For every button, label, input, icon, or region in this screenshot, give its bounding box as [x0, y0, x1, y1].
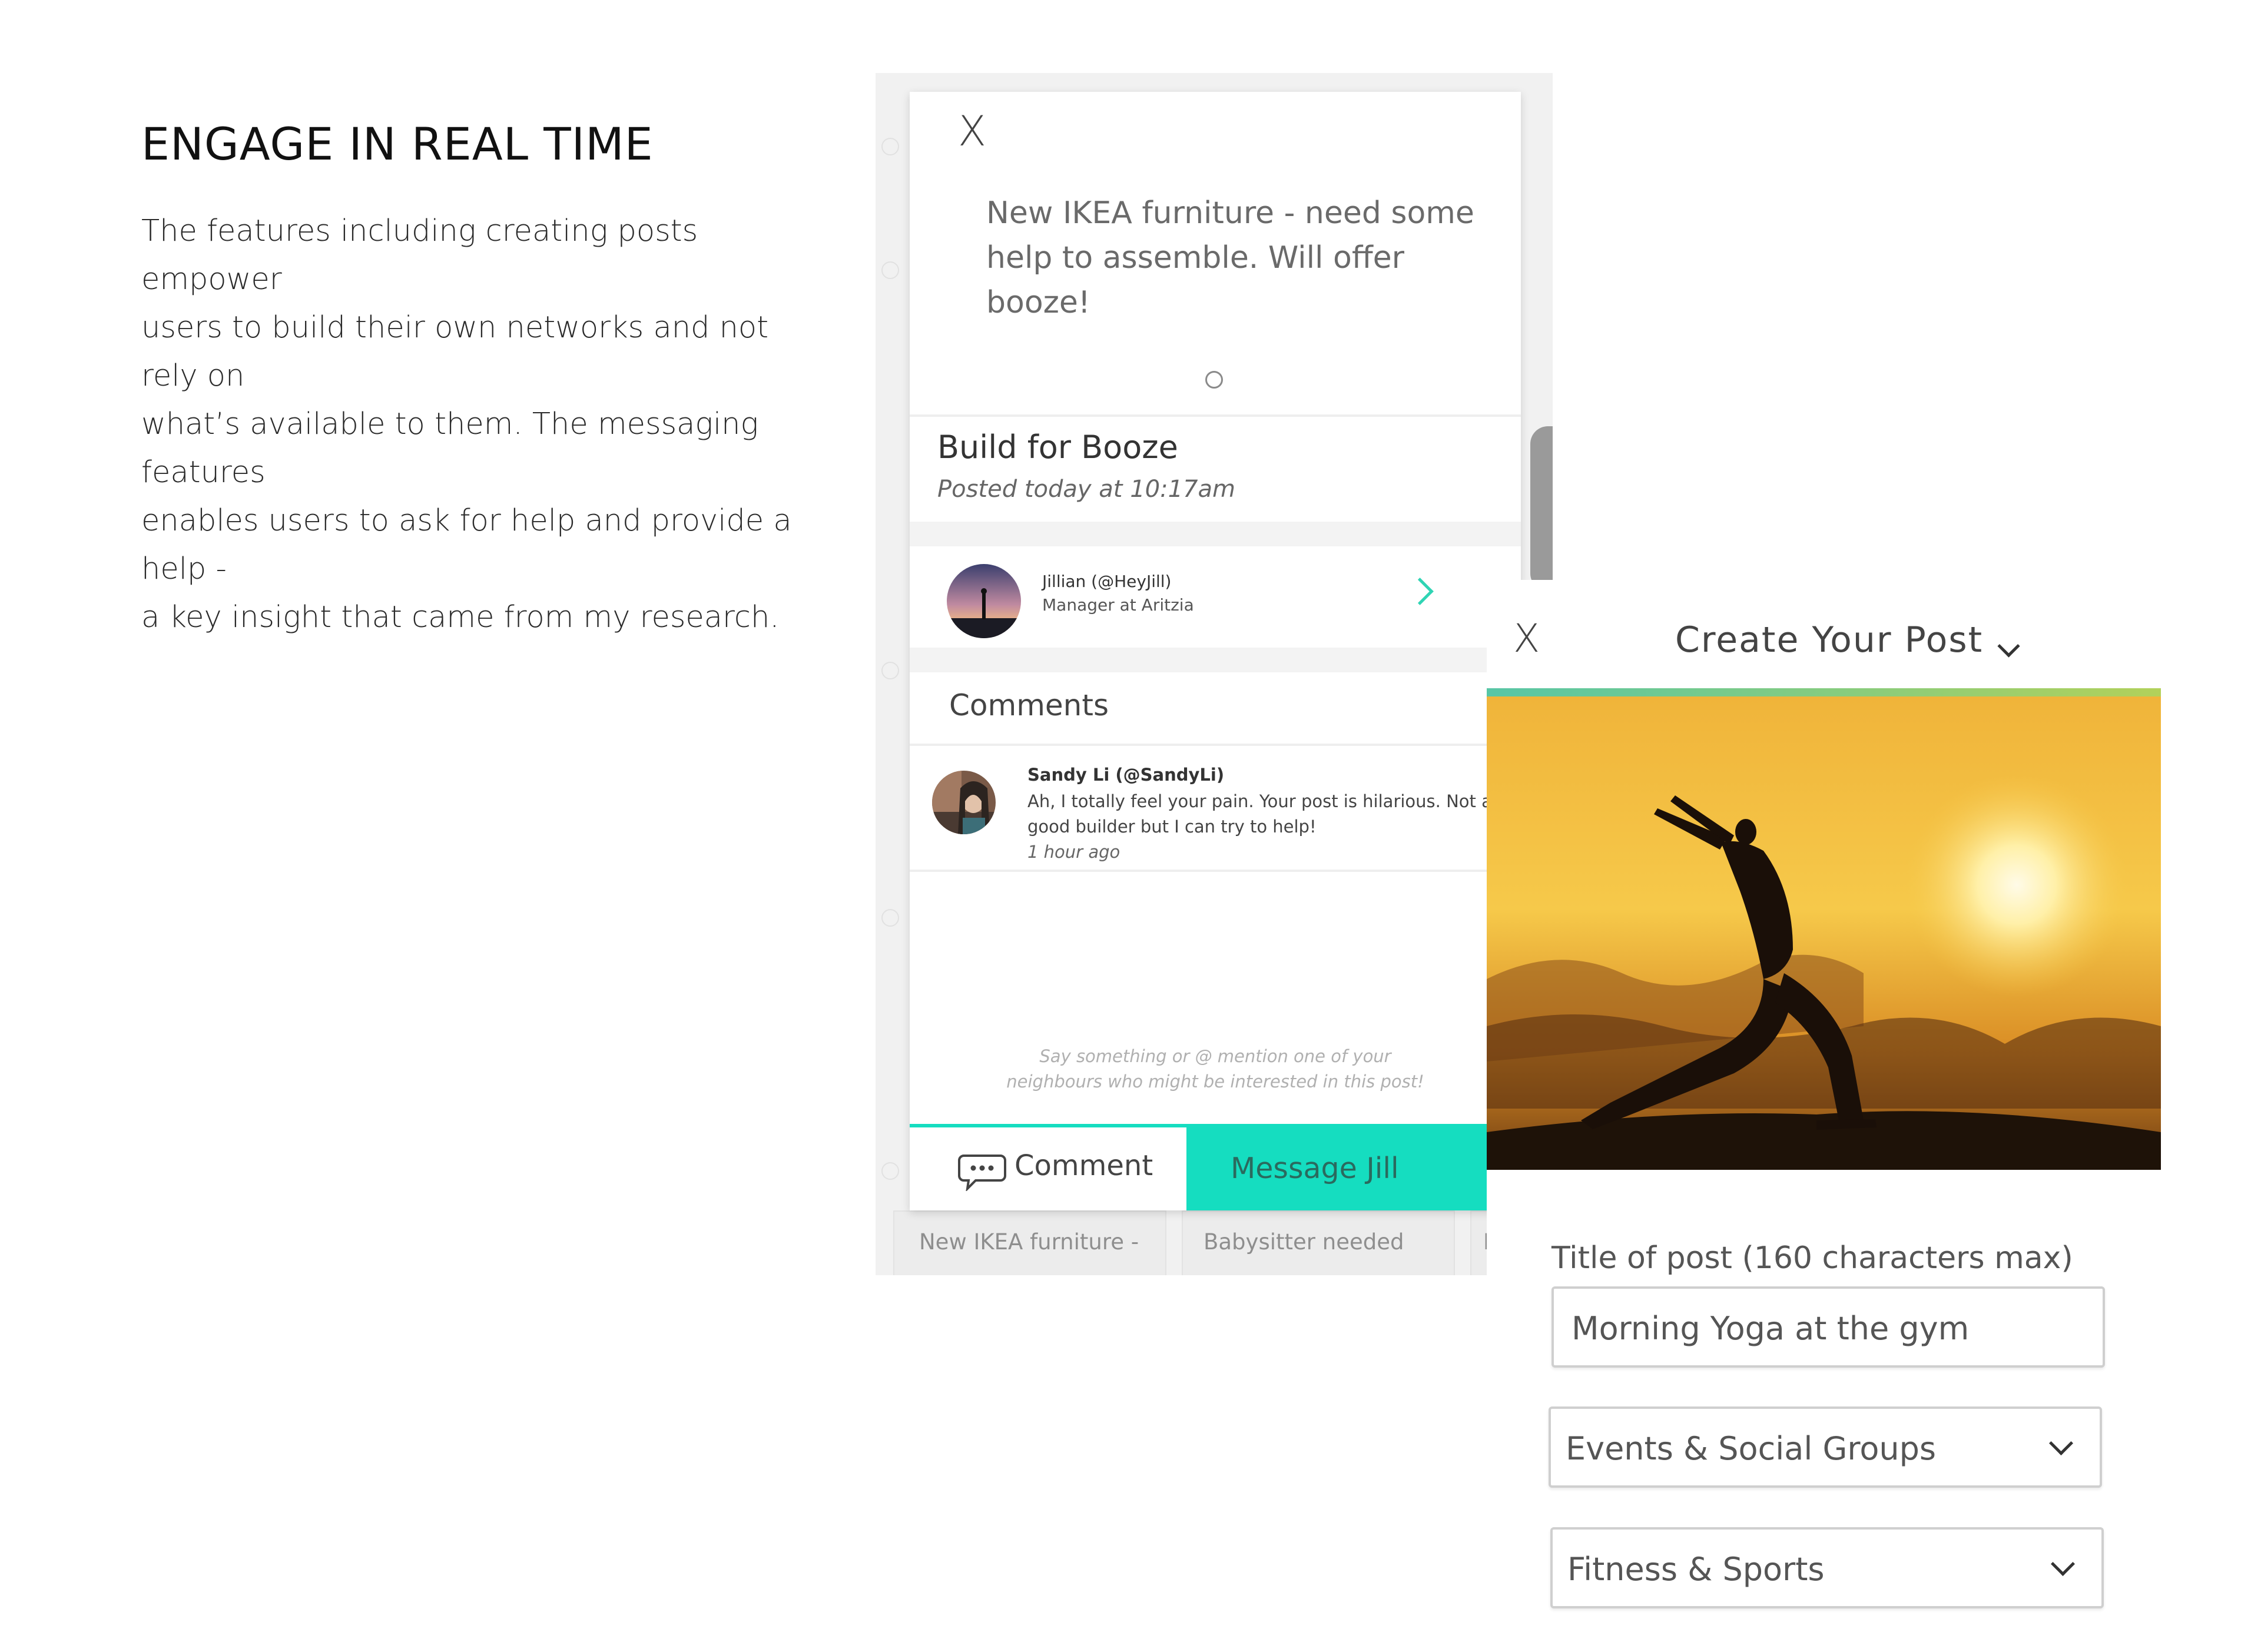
partial-avatar	[1530, 426, 1553, 591]
intro-line: a key insight that came from my research…	[141, 600, 780, 635]
category-select[interactable]: Events & Social Groups	[1549, 1406, 2102, 1488]
subcategory-select[interactable]: Fitness & Sports	[1550, 1527, 2104, 1608]
divider	[910, 870, 1521, 872]
feed-card[interactable]: New IKEA furniture -	[893, 1210, 1166, 1275]
carousel-dot-icon[interactable]	[1205, 371, 1223, 389]
intro-line: The features including creating posts em…	[141, 214, 698, 297]
chevron-down-icon[interactable]	[1997, 635, 2020, 658]
feed-card-title: New IKEA furniture -	[919, 1229, 1139, 1255]
intro-line: users to build their own networks and no…	[141, 310, 769, 393]
ghost-icon	[881, 909, 899, 927]
placeholder-line: neighbours who might be interested in th…	[1006, 1072, 1424, 1092]
title-field-label: Title of post (160 characters max)	[1551, 1240, 2073, 1276]
ghost-icon	[881, 138, 899, 155]
comment-placeholder[interactable]: Say something or @ mention one of your n…	[910, 1044, 1521, 1094]
author-row[interactable]: Jillian (@HeyJill) Manager at Aritzia	[910, 546, 1521, 648]
comments-header: Comments	[949, 688, 1109, 722]
subcategory-select-value: Fitness & Sports	[1567, 1551, 1825, 1588]
ghost-icon	[881, 1162, 899, 1180]
post-body: New IKEA furniture - need some help to a…	[986, 195, 1474, 320]
chevron-down-icon	[2050, 1551, 2076, 1577]
avatar	[932, 771, 996, 834]
author-role: Manager at Aritzia	[1042, 595, 1194, 615]
post-detail-card: X New IKEA furniture - need some help to…	[910, 92, 1521, 1210]
chat-bubble-icon	[958, 1155, 1006, 1191]
close-button[interactable]: X	[1513, 619, 1540, 658]
author-name: Jillian (@HeyJill)	[1042, 572, 1172, 591]
chevron-right-icon[interactable]	[1406, 578, 1434, 605]
placeholder-line: Say something or @ mention one of your	[1039, 1046, 1391, 1066]
chevron-down-icon	[2048, 1431, 2074, 1456]
divider	[910, 414, 1521, 417]
comment-button-label: Comment	[1015, 1149, 1153, 1182]
divider	[910, 648, 1521, 672]
post-title: Build for Booze	[937, 429, 1178, 466]
create-post-panel: X Create Your Post Title of post (160 ch…	[1487, 580, 2261, 1652]
comment-time: 1 hour ago	[1027, 842, 1120, 862]
title-input[interactable]: Morning Yoga at the gym	[1551, 1286, 2105, 1368]
comment-author: Sandy Li (@SandyLi)	[1027, 765, 1225, 785]
page-title: ENGAGE IN REAL TIME	[141, 118, 654, 170]
post-image[interactable]	[1487, 696, 2161, 1170]
create-post-title[interactable]: Create Your Post	[1675, 619, 1983, 661]
intro-line: what’s available to them. The messaging …	[141, 407, 759, 490]
intro-paragraph: The features including creating posts em…	[141, 207, 813, 642]
message-button-label: Message Jill	[1231, 1152, 1399, 1185]
post-timestamp: Posted today at 10:17am	[937, 476, 1235, 503]
feed-card-title: Babysitter needed	[1204, 1229, 1404, 1255]
category-select-value: Events & Social Groups	[1566, 1430, 1937, 1467]
comment-text: Ah, I totally feel your pain. Your post …	[1027, 791, 1492, 837]
avatar	[947, 564, 1021, 638]
close-button[interactable]: X	[958, 111, 986, 152]
title-input-value: Morning Yoga at the gym	[1572, 1310, 1970, 1347]
ghost-icon	[881, 261, 899, 279]
ghost-icon	[881, 662, 899, 679]
divider	[910, 522, 1521, 546]
feed-card[interactable]: Babysitter needed	[1182, 1210, 1455, 1275]
intro-line: enables users to ask for help and provid…	[141, 503, 792, 586]
